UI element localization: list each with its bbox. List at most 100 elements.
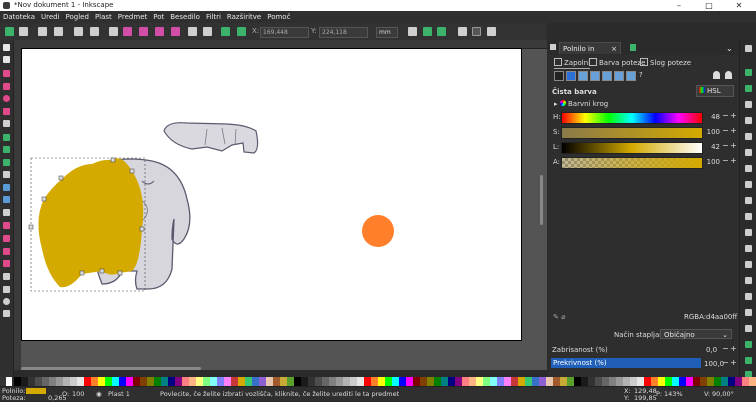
menu-filters[interactable]: Filtri	[203, 11, 224, 23]
stroke-to-path-icon[interactable]	[237, 27, 246, 36]
show-path-effects-icon[interactable]	[437, 27, 446, 36]
close-tab-icon[interactable]: ×	[611, 43, 617, 55]
tab-fill-stroke[interactable]: Polnilo in poteza ×	[559, 42, 621, 65]
zoom-selection-icon[interactable]	[745, 229, 752, 236]
eyedropper-icon[interactable]: ⌀	[561, 313, 565, 321]
group-icon[interactable]	[745, 325, 752, 332]
saturation-slider[interactable]	[561, 127, 703, 139]
pencil-tool-icon[interactable]	[3, 146, 10, 153]
minimize-button[interactable]: –	[668, 0, 690, 11]
swatch-icon[interactable]	[626, 71, 636, 81]
text-tool-icon[interactable]	[3, 171, 10, 178]
blur-value[interactable]: 0,0	[706, 346, 717, 354]
duplicate-icon[interactable]	[745, 277, 752, 284]
color-mode-select[interactable]: HSL	[696, 85, 734, 97]
lightness-minus-icon[interactable]: −	[722, 141, 729, 150]
no-paint-icon[interactable]	[554, 71, 564, 81]
curve-segment-icon[interactable]	[203, 27, 212, 36]
lightness-slider[interactable]	[561, 142, 703, 154]
node-tool-icon[interactable]	[3, 56, 10, 63]
horizontal-scrollbar[interactable]	[21, 367, 201, 370]
fill-rule-evenodd-icon[interactable]	[713, 71, 720, 79]
rotation-value[interactable]: 90,00°	[712, 390, 734, 398]
insert-node-icon[interactable]	[5, 27, 14, 36]
delete-node-icon[interactable]	[19, 27, 28, 36]
paint-bucket-tool-icon[interactable]	[3, 222, 10, 229]
unlink-clone-icon[interactable]	[745, 309, 752, 316]
alpha-slider[interactable]	[561, 157, 703, 169]
linear-gradient-icon[interactable]	[578, 71, 588, 81]
alpha-minus-icon[interactable]: −	[722, 156, 729, 165]
delete-segment-icon[interactable]	[90, 27, 99, 36]
redo-icon[interactable]	[745, 165, 752, 172]
join-nodes-icon[interactable]	[38, 27, 47, 36]
select-tool-icon[interactable]	[3, 44, 10, 51]
layer-visibility-icon[interactable]: ◉	[96, 390, 102, 398]
menu-layer[interactable]: Plast	[92, 11, 115, 23]
fill-rule-nonzero-icon[interactable]	[725, 71, 732, 79]
dock-menu-icon[interactable]	[550, 44, 556, 50]
saturation-minus-icon[interactable]: −	[722, 126, 729, 135]
segment-line-icon[interactable]	[109, 27, 118, 36]
y-coord-input[interactable]: 224,118	[319, 27, 368, 38]
lightness-plus-icon[interactable]: +	[730, 141, 737, 150]
zoom-page-icon[interactable]	[745, 261, 752, 268]
orange-circle[interactable]	[362, 215, 394, 247]
alpha-value[interactable]: 100	[706, 158, 720, 166]
paste-icon[interactable]	[745, 213, 752, 220]
save-icon[interactable]	[745, 85, 752, 92]
hue-slider[interactable]	[561, 112, 703, 124]
opacity-bar[interactable]: Prekrivnost (%)	[551, 358, 701, 368]
menu-edit[interactable]: Uredi	[38, 11, 63, 23]
menu-help[interactable]: Pomoč	[264, 11, 293, 23]
maximize-button[interactable]: □	[698, 0, 720, 11]
smooth-node-icon[interactable]	[139, 27, 148, 36]
unit-select[interactable]: mm	[376, 27, 398, 38]
calligraphy-tool-icon[interactable]	[3, 159, 10, 166]
straight-segment-icon[interactable]	[188, 27, 197, 36]
hue-plus-icon[interactable]: +	[730, 111, 737, 120]
show-outline-icon[interactable]	[487, 27, 496, 36]
flat-color-icon[interactable]	[566, 71, 576, 81]
zoom-tool-icon[interactable]	[3, 298, 10, 305]
xml-editor-icon[interactable]	[745, 357, 752, 364]
rectangle-tool-icon[interactable]	[3, 70, 10, 77]
dropper-tool-icon[interactable]	[3, 209, 10, 216]
connector-tool-icon[interactable]	[3, 273, 10, 280]
open-icon[interactable]	[745, 69, 752, 76]
clone-icon[interactable]	[745, 293, 752, 300]
color-picker-icon[interactable]: ✎	[553, 313, 559, 321]
show-transform-handles-icon[interactable]	[458, 27, 467, 36]
palette-swatches[interactable]	[0, 377, 756, 386]
show-handles-icon[interactable]	[472, 27, 481, 36]
menu-object[interactable]: Predmet	[115, 11, 150, 23]
subtab-fill[interactable]: Zapolni	[554, 58, 591, 69]
subtab-stroke-paint[interactable]: Barva poteze	[589, 58, 645, 68]
vertical-scrollbar[interactable]	[540, 175, 543, 225]
pen-tool-icon[interactable]	[3, 134, 10, 141]
eraser-tool-icon[interactable]	[3, 260, 10, 267]
show-mask-icon[interactable]	[423, 27, 432, 36]
color-wheel-expander[interactable]: ▸ Barvni krog	[554, 100, 608, 108]
print-icon[interactable]	[745, 101, 752, 108]
show-clip-icon[interactable]	[408, 27, 417, 36]
hue-value[interactable]: 48	[706, 113, 720, 121]
fill-indicator-swatch[interactable]	[26, 388, 46, 394]
rgba-value[interactable]: d4aa00ff	[706, 313, 737, 321]
mesh-tool-icon[interactable]	[3, 196, 10, 203]
x-coord-input[interactable]: 169,448	[260, 27, 309, 38]
menu-path[interactable]: Pot	[150, 11, 167, 23]
blur-minus-icon[interactable]: −	[722, 344, 729, 353]
radial-gradient-icon[interactable]	[590, 71, 600, 81]
hue-minus-icon[interactable]: −	[722, 111, 729, 120]
menu-text[interactable]: Besedilo	[167, 11, 203, 23]
copy-icon[interactable]	[745, 181, 752, 188]
menu-view[interactable]: Pogled	[63, 11, 92, 23]
star-tool-icon[interactable]	[3, 108, 10, 115]
unset-paint-icon[interactable]: ?	[639, 71, 643, 79]
zoom-value[interactable]: 143%	[664, 390, 683, 398]
close-button[interactable]: ✕	[728, 0, 750, 11]
break-path-icon[interactable]	[54, 27, 63, 36]
pages-tool-icon[interactable]	[3, 286, 10, 293]
undo-icon[interactable]	[745, 149, 752, 156]
